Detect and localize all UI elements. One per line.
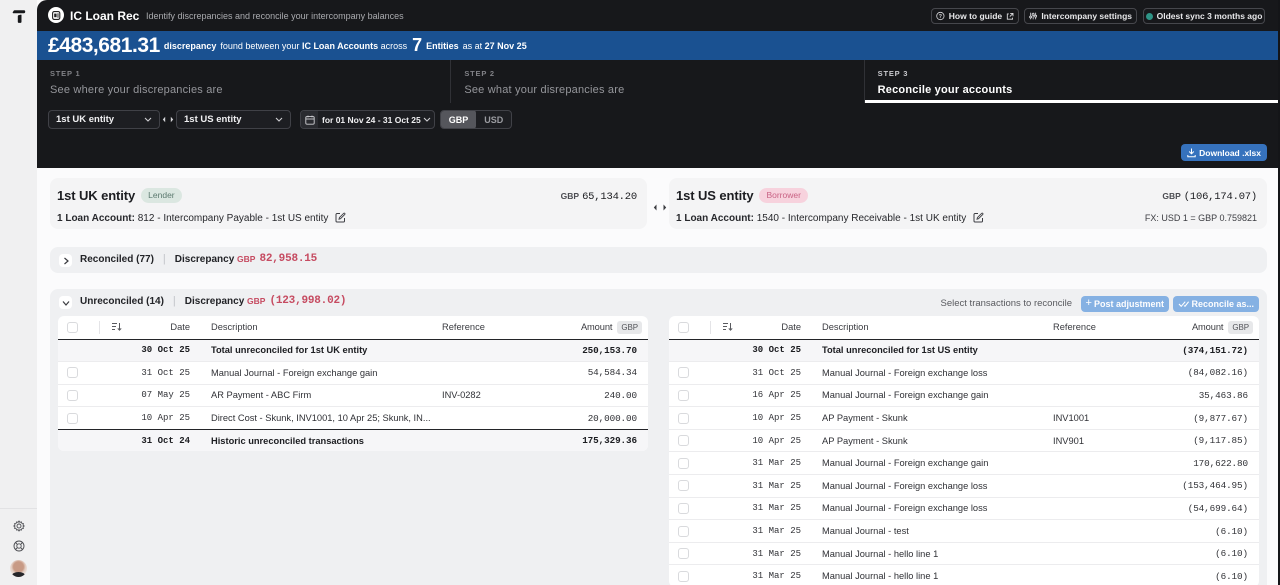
svg-text:?: ? bbox=[939, 14, 942, 20]
